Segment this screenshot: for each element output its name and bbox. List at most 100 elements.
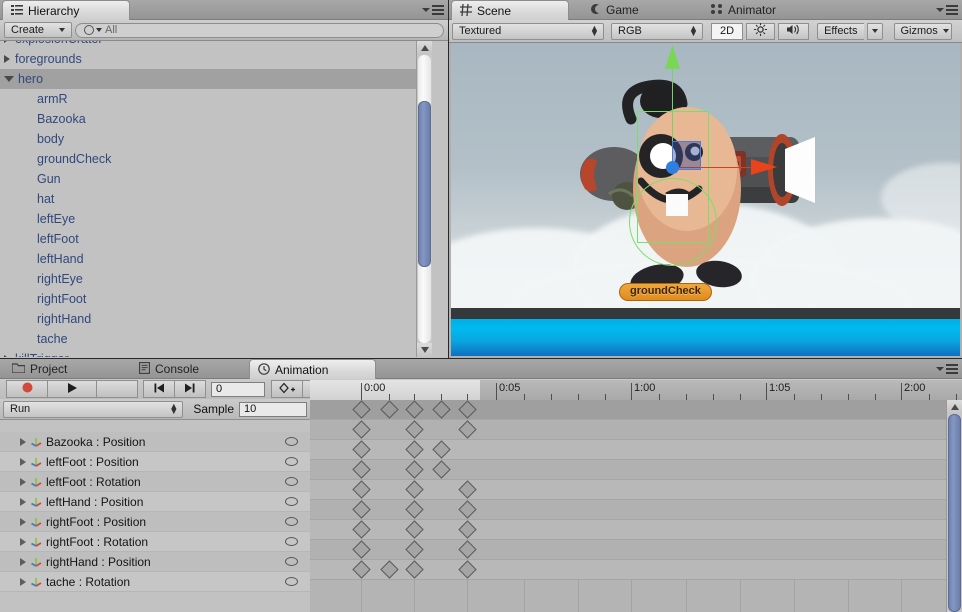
keyframe-diamond[interactable] — [457, 560, 477, 579]
hierarchy-pane-menu[interactable] — [422, 3, 444, 16]
keyframe-diamond[interactable] — [351, 480, 371, 499]
add-keyframe-dot-icon[interactable] — [285, 517, 298, 526]
move-gizmo-x-arrow-icon[interactable] — [751, 158, 777, 179]
disclosure-closed-icon[interactable] — [4, 41, 10, 43]
keyframe-diamond[interactable] — [351, 560, 371, 579]
disclosure-closed-icon[interactable] — [4, 55, 10, 63]
sidebar-item-gun[interactable]: Gun — [0, 169, 432, 189]
keyframe-diamond[interactable] — [404, 440, 424, 459]
animation-pane-menu[interactable] — [936, 362, 958, 375]
keyframe-diamond[interactable] — [379, 400, 399, 419]
keyframe-diamond[interactable] — [431, 400, 451, 419]
keyframe-diamond[interactable] — [404, 520, 424, 539]
keyframe-diamond[interactable] — [404, 540, 424, 559]
toggle-audio-button[interactable] — [778, 22, 810, 40]
sidebar-item-righthand[interactable]: rightHand — [0, 309, 432, 329]
animation-property-row[interactable]: Bazooka : Position — [0, 432, 310, 452]
keyframe-diamond[interactable] — [457, 480, 477, 499]
sidebar-item-foregrounds[interactable]: foregrounds — [0, 49, 432, 69]
next-keyframe-button[interactable] — [174, 380, 206, 398]
keyframe-diamond[interactable] — [351, 520, 371, 539]
sidebar-item-body[interactable]: body — [0, 129, 432, 149]
scroll-up-arrow-icon[interactable] — [947, 400, 962, 414]
keyframe-diamond[interactable] — [404, 420, 424, 439]
sidebar-item-leftfoot[interactable]: leftFoot — [0, 229, 432, 249]
tab-scene[interactable]: Scene — [451, 0, 569, 20]
disclosure-closed-icon[interactable] — [20, 477, 26, 486]
animation-property-row[interactable]: tache : Rotation — [0, 572, 310, 592]
move-gizmo-center-handle[interactable] — [666, 161, 679, 174]
keyframe-row[interactable] — [310, 420, 946, 440]
keyframe-diamond[interactable] — [431, 440, 451, 459]
sidebar-item-rightfoot[interactable]: rightFoot — [0, 289, 432, 309]
add-keyframe-dot-icon[interactable] — [285, 437, 298, 446]
move-gizmo-y-arrow-icon[interactable] — [664, 45, 681, 73]
draw-mode-dropdown[interactable]: Textured ▲ ▼ — [452, 22, 604, 40]
keyframe-diamond[interactable] — [404, 400, 424, 419]
keyframe-row[interactable] — [310, 500, 946, 520]
tab-project[interactable]: Project — [4, 359, 77, 378]
keyframe-diamond[interactable] — [351, 500, 371, 519]
animation-timeline-ruler[interactable]: 0:00 0:05 1:00 1:05 2:00 — [310, 380, 962, 401]
add-keyframe-dot-icon[interactable] — [285, 577, 298, 586]
toggle-2d-button[interactable]: 2D — [711, 22, 744, 40]
record-button[interactable] — [6, 380, 48, 398]
tab-hierarchy[interactable]: Hierarchy — [2, 0, 130, 20]
keyframe-row[interactable] — [310, 520, 946, 540]
keyframe-diamond[interactable] — [457, 400, 477, 419]
keyframe-row[interactable] — [310, 560, 946, 580]
disclosure-closed-icon[interactable] — [4, 355, 10, 357]
scroll-up-arrow-icon[interactable] — [417, 41, 432, 55]
keyframe-diamond[interactable] — [351, 420, 371, 439]
disclosure-closed-icon[interactable] — [20, 577, 26, 586]
keyframe-diamond[interactable] — [457, 500, 477, 519]
animation-keyframe-area[interactable] — [310, 400, 946, 612]
effects-dropdown[interactable] — [866, 22, 883, 40]
keyframe-diamond[interactable] — [351, 540, 371, 559]
sidebar-item-hero[interactable]: hero — [0, 69, 432, 89]
keyframe-diamond[interactable] — [431, 460, 451, 479]
tab-console[interactable]: Console — [131, 359, 209, 378]
disclosure-open-icon[interactable] — [4, 76, 14, 82]
prev-keyframe-button[interactable] — [143, 380, 175, 398]
tab-animator[interactable]: Animator — [702, 0, 786, 19]
keyframe-row[interactable] — [310, 440, 946, 460]
add-keyframe-dot-icon[interactable] — [285, 477, 298, 486]
animation-property-row[interactable]: rightHand : Position — [0, 552, 310, 572]
sidebar-item-tache[interactable]: tache — [0, 329, 432, 349]
create-button[interactable]: Create — [4, 22, 72, 38]
sidebar-item-lefthand[interactable]: leftHand — [0, 249, 432, 269]
keyframe-diamond[interactable] — [379, 560, 399, 579]
disclosure-closed-icon[interactable] — [20, 457, 26, 466]
keyframe-diamond[interactable] — [351, 440, 371, 459]
scene-pane-menu[interactable] — [936, 3, 958, 16]
disclosure-closed-icon[interactable] — [20, 497, 26, 506]
sidebar-item-groundcheck[interactable]: groundCheck — [0, 149, 432, 169]
sidebar-item-hat[interactable]: hat — [0, 189, 432, 209]
gizmos-dropdown[interactable]: Gizmos — [893, 22, 952, 40]
tab-animation[interactable]: Animation — [249, 359, 376, 379]
toggle-lighting-button[interactable] — [746, 22, 776, 40]
hierarchy-search-input[interactable]: All — [75, 22, 444, 38]
keyframe-diamond[interactable] — [404, 500, 424, 519]
play-button[interactable] — [47, 380, 97, 398]
add-keyframe-dot-icon[interactable] — [285, 537, 298, 546]
keyframe-diamond[interactable] — [351, 400, 371, 419]
animation-property-list[interactable]: Bazooka : Position leftFoot : Position lef… — [0, 420, 310, 612]
animation-property-row[interactable]: leftFoot : Position — [0, 452, 310, 472]
keyframe-row[interactable] — [310, 540, 946, 560]
keyframe-diamond[interactable] — [457, 540, 477, 559]
keyframe-row[interactable] — [310, 460, 946, 480]
tab-game[interactable]: Game — [581, 0, 649, 19]
scrollbar-thumb[interactable] — [948, 414, 961, 612]
scrollbar-thumb[interactable] — [418, 101, 431, 267]
sidebar-item-armr[interactable]: armR — [0, 89, 432, 109]
sample-rate-input[interactable]: 10 — [239, 401, 307, 417]
disclosure-closed-icon[interactable] — [20, 517, 26, 526]
hierarchy-list[interactable]: explosionCrater foregrounds hero armR Bazook… — [0, 41, 432, 357]
keyframe-row[interactable] — [310, 400, 946, 421]
scene-viewport[interactable]: groundCheck — [451, 43, 960, 356]
animation-vertical-scrollbar[interactable] — [946, 400, 962, 612]
current-frame-input[interactable]: 0 — [211, 381, 265, 397]
animation-property-row[interactable]: leftHand : Position — [0, 492, 310, 512]
